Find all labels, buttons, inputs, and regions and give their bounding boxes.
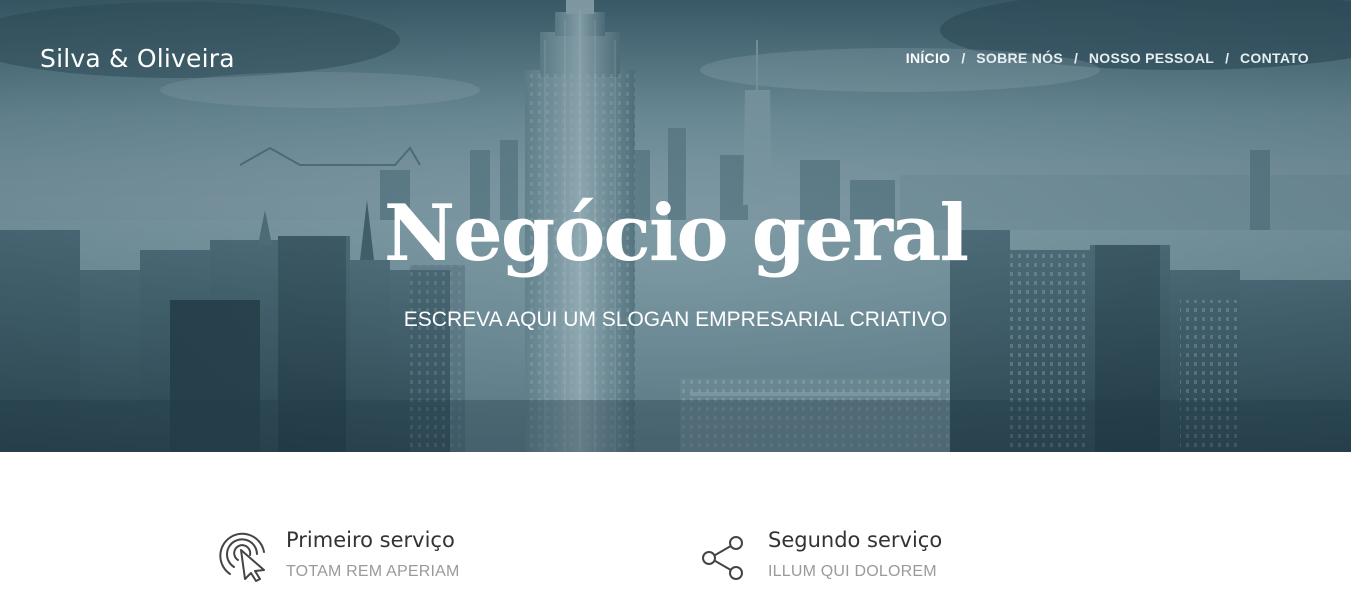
brand-logo[interactable]: Silva & Oliveira (40, 44, 235, 73)
hero-title: Negócio geral (383, 188, 969, 279)
nav-separator: / (1225, 50, 1230, 66)
nav-item-inicio[interactable]: INÍCIO (906, 50, 951, 66)
share-icon (702, 536, 743, 580)
nav-item-contato[interactable]: CONTATO (1240, 50, 1309, 66)
nav-item-sobre-nos[interactable]: SOBRE NÓS (976, 50, 1063, 66)
main-navigation: INÍCIO / SOBRE NÓS / NOSSO PESSOAL / CON… (906, 50, 1309, 66)
nav-item-nosso-pessoal[interactable]: NOSSO PESSOAL (1089, 50, 1214, 66)
service-subtitle: ILLUM QUI DOLOREM (768, 563, 937, 580)
service-subtitle: TOTAM REM APERIAM (286, 563, 460, 580)
hero-section: Silva & Oliveira INÍCIO / SOBRE NÓS / NO… (0, 0, 1351, 452)
hero-slogan: ESCREVA AQUI UM SLOGAN EMPRESARIAL CRIAT… (403, 308, 948, 331)
service-item-2: Segundo serviço ILLUM QUI DOLOREM (696, 526, 942, 582)
service-item-1: Primeiro serviço TOTAM REM APERIAM (214, 526, 460, 582)
service-title: Segundo serviço (768, 528, 943, 552)
nav-separator: / (1073, 50, 1078, 66)
nav-separator: / (961, 50, 966, 66)
click-pointer-icon (219, 532, 265, 582)
service-title: Primeiro serviço (286, 528, 455, 552)
